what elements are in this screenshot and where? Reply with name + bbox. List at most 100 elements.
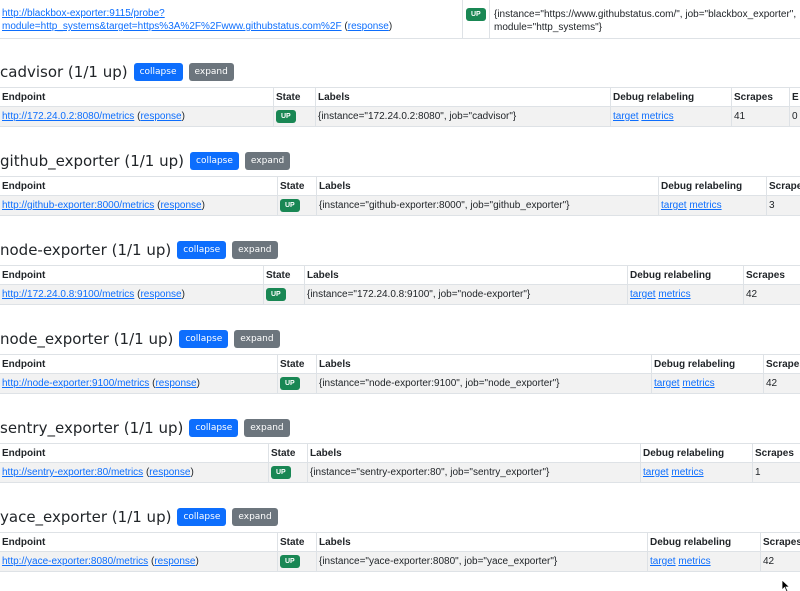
targets-table: Endpoint State Labels Debug relabeling S… — [0, 354, 800, 394]
endpoint-link[interactable]: http://172.24.0.2:8080/metrics — [2, 111, 134, 122]
metrics-link[interactable]: metrics — [678, 556, 710, 567]
endpoint-link[interactable]: http://blackbox-exporter:9115/probe?modu… — [2, 8, 342, 32]
state-badge: UP — [271, 466, 291, 479]
state-badge: UP — [280, 555, 300, 568]
collapse-button[interactable]: collapse — [177, 508, 227, 526]
table-row: http://172.24.0.2:8080/metrics (response… — [0, 107, 800, 127]
table-row: http://node-exporter:9100/metrics (respo… — [0, 374, 800, 394]
expand-button[interactable]: expand — [244, 152, 291, 170]
endpoint-link[interactable]: http://node-exporter:9100/metrics — [2, 378, 149, 389]
header-scrapes: Scrapes — [743, 266, 800, 284]
state-cell: UP — [277, 374, 316, 393]
targets-table: Endpoint State Labels Debug relabeling S… — [0, 176, 800, 216]
collapse-button[interactable]: collapse — [189, 419, 239, 437]
response-link[interactable]: response — [155, 378, 196, 389]
metrics-link[interactable]: metrics — [682, 378, 714, 389]
debug-relabeling-cell: target metrics — [610, 107, 731, 126]
target-link[interactable]: target — [630, 289, 656, 300]
job-title: yace_exporter (1/1 up) — [0, 508, 172, 526]
extra-cell: 0 — [789, 107, 800, 126]
job-title: sentry_exporter (1/1 up) — [0, 419, 184, 437]
scrapes-cell: 42 — [763, 374, 800, 393]
header-labels: Labels — [307, 444, 640, 462]
collapse-button[interactable]: collapse — [179, 330, 229, 348]
response-link[interactable]: response — [160, 200, 201, 211]
metrics-link[interactable]: metrics — [671, 467, 703, 478]
endpoint-link[interactable]: http://172.24.0.8:9100/metrics — [2, 289, 134, 300]
target-link[interactable]: target — [661, 200, 687, 211]
endpoint-link[interactable]: http://github-exporter:8000/metrics — [2, 200, 154, 211]
endpoint-link[interactable]: http://yace-exporter:8080/metrics — [2, 556, 148, 567]
response-link[interactable]: response — [348, 21, 389, 32]
labels-cell: {instance="yace-exporter:8080", job="yac… — [316, 552, 647, 571]
job-title: cadvisor (1/1 up) — [0, 63, 128, 81]
table-header-row: Endpoint State Labels Debug relabeling S… — [0, 177, 800, 196]
header-endpoint: Endpoint — [2, 180, 46, 192]
scrapes-cell: 1 — [752, 463, 800, 482]
header-endpoint: Endpoint — [2, 536, 46, 548]
column-divider — [489, 0, 490, 38]
header-extra: E — [789, 88, 800, 106]
table-row: http://yace-exporter:8080/metrics (respo… — [0, 552, 800, 572]
job-header: cadvisor (1/1 up) collapse expand — [0, 63, 234, 81]
labels-cell: {instance="172.24.0.2:8080", job="cadvis… — [315, 107, 610, 126]
state-badge: UP — [266, 288, 286, 301]
state-badge: UP — [280, 377, 300, 390]
expand-button[interactable]: expand — [244, 419, 290, 437]
target-link[interactable]: target — [650, 556, 676, 567]
header-state: State — [277, 355, 316, 373]
response-link[interactable]: response — [154, 556, 195, 567]
debug-relabeling-cell: target metrics — [651, 374, 763, 393]
endpoint-link[interactable]: http://sentry-exporter:80/metrics — [2, 467, 143, 478]
header-endpoint: Endpoint — [2, 91, 46, 103]
response-link[interactable]: response — [149, 467, 190, 478]
target-link[interactable]: target — [613, 111, 639, 122]
job-header: yace_exporter (1/1 up) collapse expand — [0, 508, 278, 526]
header-state: State — [273, 88, 315, 106]
header-endpoint: Endpoint — [2, 269, 46, 281]
header-debug-relabeling: Debug relabeling — [647, 533, 760, 551]
endpoint-cell: http://sentry-exporter:80/metrics (respo… — [2, 467, 194, 478]
expand-button[interactable]: expand — [232, 241, 278, 259]
header-state: State — [268, 444, 307, 462]
scrapes-cell: 42 — [743, 285, 800, 304]
job-header: node_exporter (1/1 up) collapse expand — [0, 330, 280, 348]
job-header: github_exporter (1/1 up) collapse expand — [0, 152, 291, 170]
state-badge: UP — [466, 8, 486, 21]
header-labels: Labels — [316, 355, 651, 373]
labels-cell: {instance="sentry-exporter:80", job="sen… — [307, 463, 640, 482]
table-header-row: Endpoint State Labels Debug relabeling S… — [0, 355, 800, 374]
expand-button[interactable]: expand — [232, 508, 278, 526]
scrapes-cell: 42 — [760, 552, 800, 571]
debug-relabeling-cell: target metrics — [658, 196, 766, 215]
header-state: State — [277, 533, 316, 551]
metrics-link[interactable]: metrics — [689, 200, 721, 211]
response-link[interactable]: response — [140, 111, 181, 122]
job-header: sentry_exporter (1/1 up) collapse expand — [0, 419, 290, 437]
table-header-row: Endpoint State Labels Debug relabeling S… — [0, 88, 800, 107]
endpoint-cell: http://blackbox-exporter:9115/probe?modu… — [2, 8, 393, 32]
target-link[interactable]: target — [654, 378, 680, 389]
metrics-link[interactable]: metrics — [641, 111, 673, 122]
table-header-row: Endpoint State Labels Debug relabeling S… — [0, 444, 800, 463]
target-link[interactable]: target — [643, 467, 669, 478]
expand-button[interactable]: expand — [188, 63, 234, 81]
response-link[interactable]: response — [140, 289, 181, 300]
collapse-button[interactable]: collapse — [190, 152, 239, 170]
collapse-button[interactable]: collapse — [133, 63, 183, 81]
labels-cell: {instance="node-exporter:9100", job="nod… — [316, 374, 651, 393]
header-scrapes: Scrapes — [752, 444, 800, 462]
table-row: http://172.24.0.8:9100/metrics (response… — [0, 285, 800, 305]
table-header-row: Endpoint State Labels Debug relabeling S… — [0, 533, 800, 552]
metrics-link[interactable]: metrics — [658, 289, 690, 300]
scrapes-cell: 41 — [731, 107, 789, 126]
header-debug-relabeling: Debug relabeling — [651, 355, 763, 373]
collapse-button[interactable]: collapse — [177, 241, 227, 259]
header-debug-relabeling: Debug relabeling — [610, 88, 731, 106]
expand-button[interactable]: expand — [234, 330, 280, 348]
state-cell: UP — [277, 196, 316, 215]
debug-relabeling-cell: target metrics — [627, 285, 743, 304]
header-state: State — [277, 177, 316, 195]
job-title: github_exporter (1/1 up) — [0, 152, 184, 170]
header-state: State — [263, 266, 304, 284]
